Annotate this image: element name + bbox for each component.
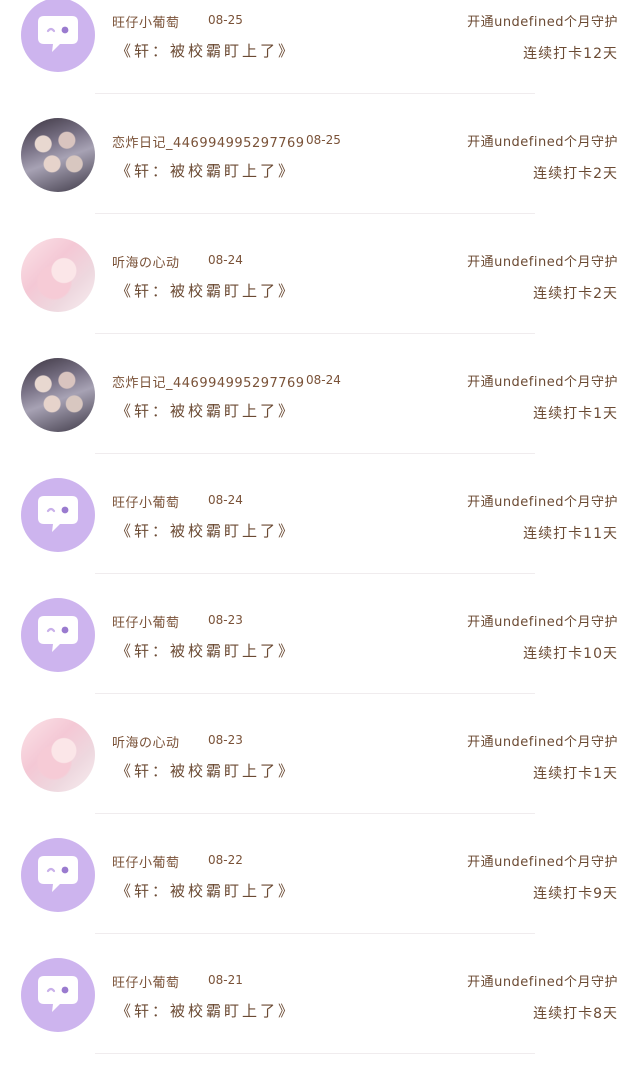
guard-status: 开通undefined个月守护 (467, 495, 618, 510)
chat-bubble-icon (38, 976, 78, 1012)
date: 08-23 (208, 733, 243, 747)
divider (95, 213, 535, 214)
list-item[interactable]: 旺仔小葡萄 08-21 《轩：被校霸盯上了》 开通undefined个月守护 连… (0, 958, 640, 1080)
list-item[interactable]: 恋炸日记_446994995297769 08-25 《轩：被校霸盯上了》 开通… (0, 118, 640, 240)
checkin-streak: 连续打卡9天 (533, 886, 618, 902)
date: 08-23 (208, 613, 243, 627)
username[interactable]: 旺仔小葡萄 (112, 852, 180, 871)
book-title[interactable]: 《轩：被校霸盯上了》 (116, 880, 296, 901)
book-title[interactable]: 《轩：被校霸盯上了》 (116, 640, 296, 661)
guard-status: 开通undefined个月守护 (467, 975, 618, 990)
book-title[interactable]: 《轩：被校霸盯上了》 (116, 520, 296, 541)
avatar[interactable] (21, 0, 95, 72)
divider (95, 93, 535, 94)
checkin-streak: 连续打卡10天 (523, 646, 618, 662)
book-title[interactable]: 《轩：被校霸盯上了》 (116, 160, 296, 181)
book-title[interactable]: 《轩：被校霸盯上了》 (116, 760, 296, 781)
username[interactable]: 旺仔小葡萄 (112, 612, 180, 631)
book-title[interactable]: 《轩：被校霸盯上了》 (116, 400, 296, 421)
checkin-streak: 连续打卡1天 (533, 766, 618, 782)
avatar[interactable] (21, 718, 95, 792)
book-title[interactable]: 《轩：被校霸盯上了》 (116, 40, 296, 61)
divider (95, 933, 535, 934)
chat-bubble-icon (38, 16, 78, 52)
guard-status: 开通undefined个月守护 (467, 375, 618, 390)
divider (95, 333, 535, 334)
book-title[interactable]: 《轩：被校霸盯上了》 (116, 1000, 296, 1021)
checkin-streak: 连续打卡12天 (523, 46, 618, 62)
checkin-streak: 连续打卡8天 (533, 1006, 618, 1022)
divider (95, 1053, 535, 1054)
chat-bubble-icon (38, 496, 78, 532)
date: 08-22 (208, 853, 243, 867)
divider (95, 813, 535, 814)
date: 08-24 (306, 373, 341, 387)
avatar[interactable] (21, 118, 95, 192)
date: 08-24 (208, 493, 243, 507)
username[interactable]: 恋炸日记_446994995297769 (112, 372, 305, 391)
date: 08-25 (306, 133, 341, 147)
divider (95, 573, 535, 574)
list-item[interactable]: 听海の心动 08-24 《轩：被校霸盯上了》 开通undefined个月守护 连… (0, 238, 640, 360)
divider (95, 693, 535, 694)
avatar[interactable] (21, 598, 95, 672)
guard-status: 开通undefined个月守护 (467, 15, 618, 30)
username[interactable]: 听海の心动 (112, 252, 180, 271)
avatar[interactable] (21, 478, 95, 552)
divider (95, 453, 535, 454)
username[interactable]: 旺仔小葡萄 (112, 12, 180, 31)
date: 08-25 (208, 13, 243, 27)
guard-record-list: 旺仔小葡萄 08-25 《轩：被校霸盯上了》 开通undefined个月守护 连… (0, 0, 640, 1054)
date: 08-24 (208, 253, 243, 267)
guard-status: 开通undefined个月守护 (467, 735, 618, 750)
username[interactable]: 旺仔小葡萄 (112, 972, 180, 991)
chat-bubble-icon (38, 856, 78, 892)
avatar[interactable] (21, 838, 95, 912)
avatar[interactable] (21, 238, 95, 312)
checkin-streak: 连续打卡11天 (523, 526, 618, 542)
checkin-streak: 连续打卡2天 (533, 166, 618, 182)
book-title[interactable]: 《轩：被校霸盯上了》 (116, 280, 296, 301)
list-item[interactable]: 旺仔小葡萄 08-24 《轩：被校霸盯上了》 开通undefined个月守护 连… (0, 478, 640, 600)
username[interactable]: 听海の心动 (112, 732, 180, 751)
guard-status: 开通undefined个月守护 (467, 135, 618, 150)
guard-status: 开通undefined个月守护 (467, 615, 618, 630)
guard-status: 开通undefined个月守护 (467, 255, 618, 270)
avatar[interactable] (21, 358, 95, 432)
checkin-streak: 连续打卡1天 (533, 406, 618, 422)
list-item[interactable]: 恋炸日记_446994995297769 08-24 《轩：被校霸盯上了》 开通… (0, 358, 640, 480)
list-item[interactable]: 旺仔小葡萄 08-25 《轩：被校霸盯上了》 开通undefined个月守护 连… (0, 0, 640, 120)
list-item[interactable]: 听海の心动 08-23 《轩：被校霸盯上了》 开通undefined个月守护 连… (0, 718, 640, 840)
username[interactable]: 旺仔小葡萄 (112, 492, 180, 511)
username[interactable]: 恋炸日记_446994995297769 (112, 132, 305, 151)
date: 08-21 (208, 973, 243, 987)
list-item[interactable]: 旺仔小葡萄 08-22 《轩：被校霸盯上了》 开通undefined个月守护 连… (0, 838, 640, 960)
list-item[interactable]: 旺仔小葡萄 08-23 《轩：被校霸盯上了》 开通undefined个月守护 连… (0, 598, 640, 720)
checkin-streak: 连续打卡2天 (533, 286, 618, 302)
guard-status: 开通undefined个月守护 (467, 855, 618, 870)
avatar[interactable] (21, 958, 95, 1032)
chat-bubble-icon (38, 616, 78, 652)
